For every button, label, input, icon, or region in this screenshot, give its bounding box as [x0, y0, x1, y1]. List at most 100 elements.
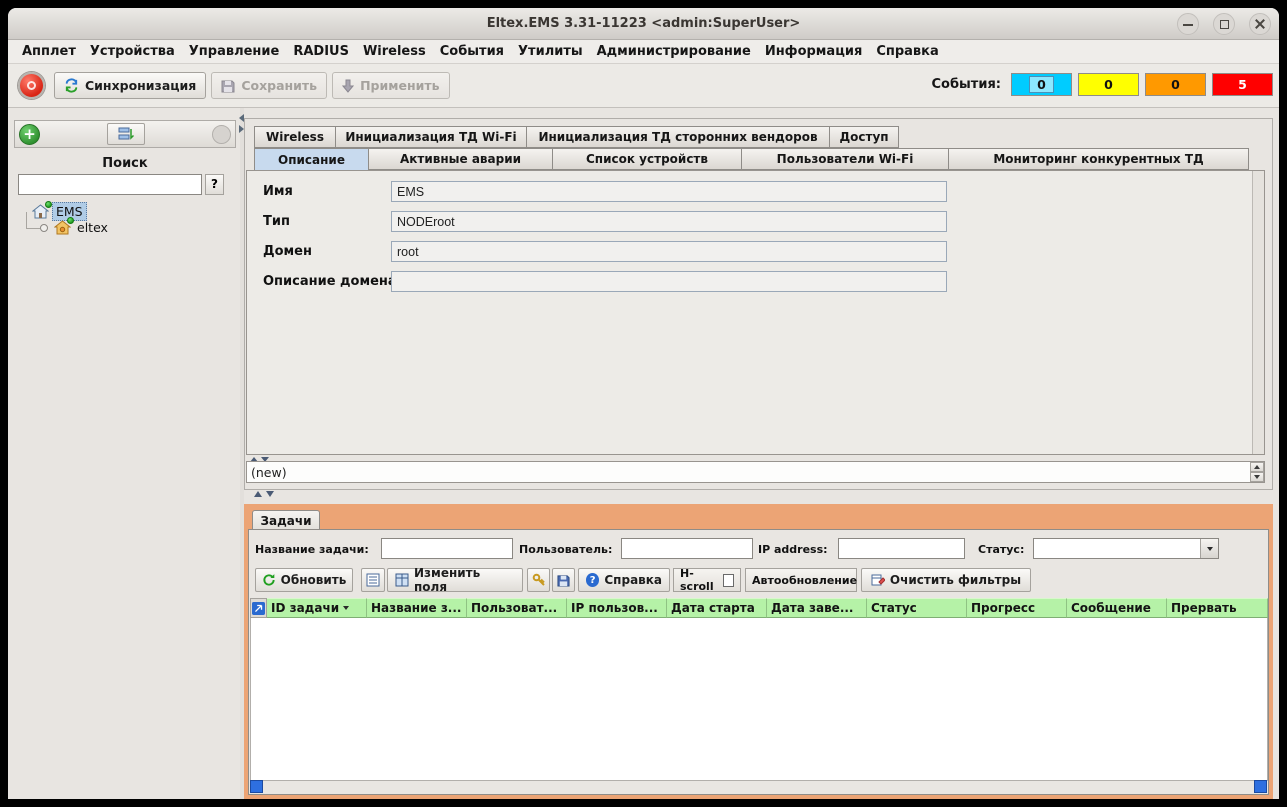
- tree-refresh-button[interactable]: [107, 123, 145, 145]
- domain-field[interactable]: [391, 241, 947, 262]
- task-list-button[interactable]: [361, 568, 385, 592]
- col-user[interactable]: Пользоват...: [467, 598, 567, 618]
- spinner-up-button[interactable]: [1250, 462, 1264, 472]
- menu-events[interactable]: События: [440, 44, 504, 59]
- maximize-button[interactable]: [1213, 13, 1235, 35]
- hscroll-checkbox[interactable]: [723, 574, 734, 587]
- domain-description-label: Описание домена: [263, 274, 397, 289]
- menu-radius[interactable]: RADIUS: [293, 44, 349, 59]
- task-ip-label: IP address:: [758, 543, 828, 556]
- sync-button[interactable]: Синхронизация: [54, 72, 206, 99]
- name-field[interactable]: [391, 181, 947, 202]
- tasks-content: Название задачи: Пользователь: IP addres…: [248, 529, 1269, 795]
- scroll-corner-right[interactable]: [1254, 780, 1267, 793]
- record-status-field[interactable]: (new): [246, 461, 1265, 483]
- horizontal-splitter-buttons[interactable]: [254, 491, 274, 497]
- window-title: Eltex.EMS 3.31-11223 <admin:SuperUser>: [8, 16, 1279, 31]
- col-message[interactable]: Сообщение: [1067, 598, 1167, 618]
- col-start-date[interactable]: Дата старта: [667, 598, 767, 618]
- tab-init-ap-thirdparty[interactable]: Инициализация ТД сторонних вендоров: [526, 126, 830, 148]
- menu-devices[interactable]: Устройства: [90, 44, 175, 59]
- close-button[interactable]: [1249, 13, 1271, 35]
- description-form: Имя Тип Домен Описание домена: [246, 170, 1265, 455]
- device-tabs-row2: Описание Активные аварии Список устройст…: [254, 148, 1248, 171]
- menu-administration[interactable]: Администрирование: [597, 44, 751, 59]
- tree-toolbar: +: [14, 120, 236, 148]
- col-status[interactable]: Статус: [867, 598, 967, 618]
- edit-fields-button[interactable]: Изменить поля: [387, 568, 523, 592]
- disk-icon: [557, 574, 570, 587]
- col-end-date[interactable]: Дата заве...: [767, 598, 867, 618]
- hscroll-toggle[interactable]: H-scroll: [673, 568, 741, 592]
- col-task-name[interactable]: Название з...: [367, 598, 467, 618]
- status-ok-dot: [67, 217, 74, 224]
- events-counter-warning[interactable]: 0: [1078, 73, 1139, 96]
- form-vertical-scrollbar[interactable]: [1252, 171, 1264, 454]
- help-button[interactable]: ? Справка: [578, 568, 670, 592]
- task-status-select[interactable]: [1033, 538, 1219, 559]
- expand-down-icon: [266, 491, 274, 497]
- events-counter-major[interactable]: 0: [1145, 73, 1206, 96]
- search-help-button[interactable]: ?: [205, 174, 224, 195]
- list-icon: [366, 573, 380, 587]
- tree-node-ems[interactable]: EMS: [32, 203, 87, 219]
- menu-management[interactable]: Управление: [189, 44, 280, 59]
- tree-node-eltex[interactable]: eltex: [54, 219, 111, 235]
- autorefresh-toggle[interactable]: Автообновление: [745, 568, 857, 592]
- help-label: Справка: [604, 573, 662, 587]
- stop-button[interactable]: [18, 72, 45, 99]
- tab-wifi-users[interactable]: Пользователи Wi-Fi: [741, 148, 949, 170]
- task-name-label: Название задачи:: [255, 543, 369, 556]
- domain-description-field[interactable]: [391, 271, 947, 292]
- type-field[interactable]: [391, 211, 947, 232]
- spinner-down-icon: [1254, 475, 1260, 479]
- task-ip-input[interactable]: [838, 538, 965, 559]
- tab-access[interactable]: Доступ: [829, 126, 899, 148]
- name-label: Имя: [263, 184, 293, 199]
- clear-filters-icon: [871, 573, 885, 587]
- save-label: Сохранить: [241, 78, 317, 93]
- edit-fields-label: Изменить поля: [414, 566, 515, 594]
- task-name-input[interactable]: [381, 538, 513, 559]
- stop-icon: [27, 81, 36, 90]
- clear-filters-button[interactable]: Очистить фильтры: [861, 568, 1031, 592]
- task-user-input[interactable]: [621, 538, 753, 559]
- menu-utilities[interactable]: Утилиты: [518, 44, 583, 59]
- col-user-ip[interactable]: IP пользов...: [567, 598, 667, 618]
- tasks-table-header: ID задачи Название з... Пользоват... IP …: [250, 598, 1268, 618]
- col-progress[interactable]: Прогресс: [967, 598, 1067, 618]
- menu-wireless[interactable]: Wireless: [363, 44, 426, 59]
- tab-wireless[interactable]: Wireless: [254, 126, 336, 148]
- hscroll-label: H-scroll: [680, 567, 718, 593]
- tree-stop-button[interactable]: [212, 125, 231, 144]
- events-counter-info[interactable]: 0: [1011, 73, 1072, 96]
- domain-node-icon: [54, 220, 71, 235]
- search-input[interactable]: [18, 174, 202, 195]
- tree-node-label: eltex: [74, 219, 111, 236]
- tab-init-ap-wifi[interactable]: Инициализация ТД Wi-Fi: [335, 126, 527, 148]
- refresh-button[interactable]: Обновить: [255, 568, 353, 592]
- save-report-button[interactable]: [552, 568, 575, 592]
- menu-applet[interactable]: Апплет: [22, 44, 76, 59]
- table-corner-button[interactable]: [250, 598, 267, 618]
- tree-expand-handle[interactable]: [40, 224, 48, 232]
- key-icon: [532, 573, 546, 587]
- scroll-corner-left[interactable]: [250, 780, 263, 793]
- menu-information[interactable]: Информация: [765, 44, 863, 59]
- combo-drop-button[interactable]: [1200, 539, 1218, 558]
- menu-help[interactable]: Справка: [876, 44, 938, 59]
- add-node-button[interactable]: +: [19, 124, 40, 145]
- events-counter-critical[interactable]: 5: [1212, 73, 1273, 96]
- tab-description[interactable]: Описание: [254, 148, 369, 171]
- tab-device-list[interactable]: Список устройств: [552, 148, 742, 170]
- key-button[interactable]: [527, 568, 550, 592]
- tab-tasks[interactable]: Задачи: [252, 510, 320, 530]
- col-abort[interactable]: Прервать: [1167, 598, 1268, 618]
- tab-concurrent-ap-monitoring[interactable]: Мониторинг конкурентных ТД: [948, 148, 1249, 170]
- tab-active-alarms[interactable]: Активные аварии: [368, 148, 553, 170]
- col-task-id[interactable]: ID задачи: [267, 598, 367, 618]
- minimize-button[interactable]: [1177, 13, 1199, 35]
- apply-button[interactable]: Применить: [332, 72, 449, 99]
- spinner-down-button[interactable]: [1250, 472, 1264, 482]
- save-button[interactable]: Сохранить: [211, 72, 327, 99]
